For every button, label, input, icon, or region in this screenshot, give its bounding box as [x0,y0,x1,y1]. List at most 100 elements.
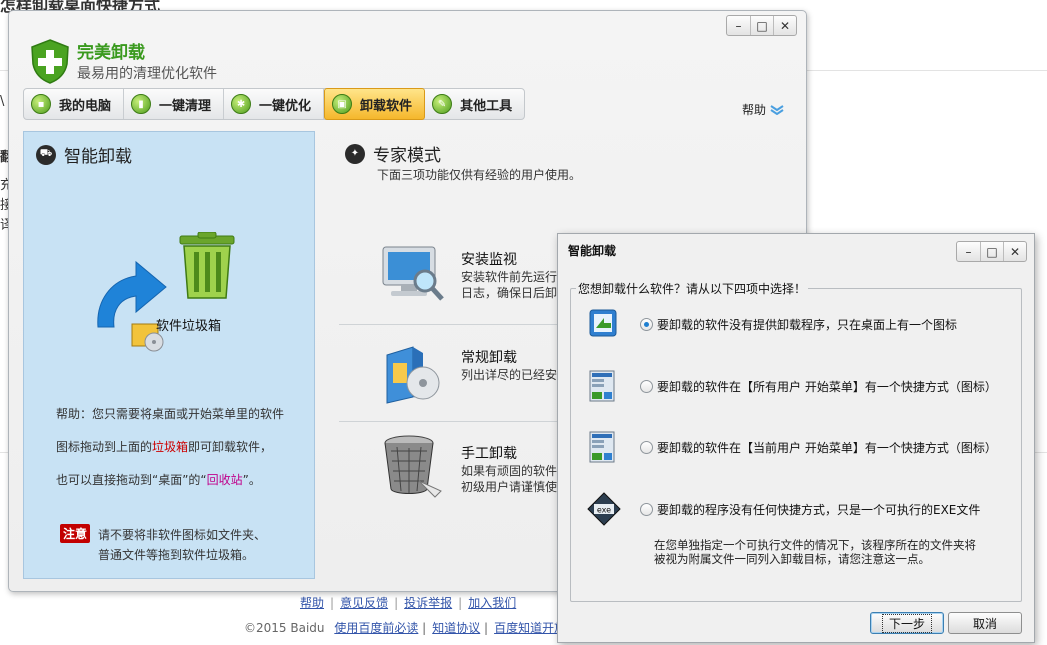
uninstall-icon: ▣ [332,94,353,114]
exe-file-icon: exe [587,492,621,526]
bg-footer-copyright: ©2015 Baidu 使用百度前必读 | 知道协议 | 百度知道开放平 [244,621,579,635]
trash-highlight: 垃圾箱 [152,440,189,454]
feature-desc: 安装软件前先运行 [461,270,558,284]
tab-one-click-optimize[interactable]: ✱ 一键优化 [224,89,325,119]
bg-fragment: \ [0,94,5,109]
software-trash-drop-target[interactable] [88,232,278,362]
tab-label: 其他工具 [460,98,513,114]
computer-icon: ▪ [31,94,51,114]
tab-label: 我的电脑 [59,98,112,114]
minimize-button[interactable]: – [957,242,980,261]
desktop-shortcut-icon [589,309,617,337]
option-label: 要卸载的软件在【当前用户 开始菜单】有一个快捷方式（图标） [657,440,997,455]
radio-option-3[interactable] [640,440,653,454]
feature-install-monitor[interactable]: 安装监视 安装软件前先运行 日志，确保日后卸载 [339,227,569,323]
tab-my-computer[interactable]: ▪ 我的电脑 [24,89,125,119]
gears-icon: ✱ [231,94,252,114]
trash-label: 软件垃圾箱 [156,319,222,334]
copyright-text: ©2015 Baidu [244,621,325,635]
notice-badge: 注意 [60,524,91,543]
footer-link-protocol[interactable]: 知道协议 [432,621,480,635]
tab-label: 一键优化 [259,98,312,114]
footer-link-help[interactable]: 帮助 [300,596,324,610]
notice-line1: 请不要将非软件图标如文件夹、 [98,528,267,542]
tab-other-tools[interactable]: ✎ 其他工具 [425,89,524,119]
help-link[interactable]: 帮助 [742,101,784,118]
close-button[interactable]: ✕ [1003,242,1026,261]
dialog-title: 智能卸载 [568,244,617,258]
all-users-start-menu-icon [589,370,615,402]
expert-mode-header: ✦ 专家模式 [345,141,441,166]
bg-footer-links: 帮助 | 意见反馈 | 投诉举报 | 加入我们 [300,596,517,610]
main-window-controls: – □ ✕ [726,15,797,36]
current-user-start-menu-icon [589,431,615,463]
option-all-users-start-menu[interactable]: 要卸载的软件在【所有用户 开始菜单】有一个快捷方式（图标） [586,368,1006,404]
exe-option-note: 在您单独指定一个可执行文件的情况下，该程序所在的文件夹将 被视为附属文件一同列入… [654,538,976,566]
help-text: 图标拖动到上面的 [56,440,153,454]
footer-link-report[interactable]: 投诉举报 [404,596,452,610]
smart-uninstall-panel: ⛟ 智能卸载 软件垃圾箱 帮助：您只需要将桌面或开始菜单里的软件 图标拖动到上面… [23,131,315,579]
footer-link-feedback[interactable]: 意见反馈 [340,596,388,610]
expert-mode-title: 专家模式 [373,146,441,166]
monitor-magnifier-icon [382,246,444,301]
expert-gear-icon: ✦ [345,143,365,164]
radio-option-4[interactable] [640,502,653,516]
option-desktop-icon[interactable]: 要卸载的软件没有提供卸载程序，只在桌面上有一个图标 [586,306,1006,342]
tab-label: 一键清理 [159,98,212,114]
svg-text:exe: exe [597,506,611,515]
app-slogan: 最易用的清理优化软件 [77,66,217,82]
radio-option-2[interactable] [640,379,653,393]
feature-manual-uninstall[interactable]: 手工卸载 如果有顽固的软件 初级用户请谨慎使 [339,423,569,519]
wire-basket-icon [384,435,442,498]
next-button-label: 下一步 [881,613,932,633]
option-label: 要卸载的软件没有提供卸载程序，只在桌面上有一个图标 [657,317,958,332]
feature-desc: 列出详尽的已经安 [461,368,558,382]
footer-link-terms[interactable]: 使用百度前必读 [334,621,418,635]
radio-option-1[interactable] [640,317,653,331]
feature-regular-uninstall[interactable]: 常规卸载 列出详尽的已经安 [339,325,569,421]
tools-icon: ✎ [432,94,453,114]
tab-one-click-clean[interactable]: ▮ 一键清理 [124,89,225,119]
feature-desc: 如果有顽固的软件 [461,464,558,478]
software-box-disc-icon [386,346,440,404]
main-tabbar: ▪ 我的电脑 ▮ 一键清理 ✱ 一键优化 ▣ 卸载软件 ✎ 其他工具 [23,88,526,120]
feature-desc: 初级用户请谨慎使 [461,480,558,494]
maximize-button[interactable]: □ [750,16,773,35]
help-text: 也可以直接拖动到“桌面”的“ [56,473,207,487]
app-logo-shield-icon [31,39,69,84]
help-text-line1: 帮助：您只需要将桌面或开始菜单里的软件 [56,407,285,421]
chevron-down-icon [770,104,784,115]
trash-can-icon [179,232,235,299]
option-label: 要卸载的程序没有任何快捷方式，只是一个可执行的EXE文件 [657,502,981,517]
note-line1: 在您单独指定一个可执行文件的情况下，该程序所在的文件夹将 [654,538,976,552]
maximize-button[interactable]: □ [980,242,1003,261]
smart-uninstall-header: ⛟ 智能卸载 [36,142,132,167]
smart-uninstall-dialog: 智能卸载 – □ ✕ 您想卸载什么软件？请从以下四项中选择！ 要卸载的软件没有提… [557,233,1035,643]
dialog-window-controls: – □ ✕ [956,241,1027,262]
help-text-line2: 图标拖动到上面的垃圾箱即可卸载软件， [56,438,272,455]
footer-link-join[interactable]: 加入我们 [468,596,516,610]
options-legend: 您想卸载什么软件？请从以下四项中选择！ [576,280,809,297]
feature-title: 手工卸载 [461,446,517,462]
feature-title: 常规卸载 [461,350,517,366]
help-label: 帮助 [741,103,766,117]
expert-mode-subtitle: 下面三项功能仅供有经验的用户使用。 [377,168,582,182]
smart-uninstall-title: 智能卸载 [64,147,132,167]
tab-label: 卸载软件 [360,98,413,114]
recycle-bin-highlight: 回收站 [206,473,243,487]
help-text: ”。 [242,473,261,487]
app-name: 完美卸载 [77,43,145,63]
option-exe-file[interactable]: exe 要卸载的程序没有任何快捷方式，只是一个可执行的EXE文件 [586,491,1006,527]
feature-divider [339,421,569,422]
option-label: 要卸载的软件在【所有用户 开始菜单】有一个快捷方式（图标） [657,379,997,394]
cart-icon: ⛟ [36,144,56,165]
close-button[interactable]: ✕ [773,16,796,35]
next-button[interactable]: 下一步 [870,612,944,634]
option-current-user-start-menu[interactable]: 要卸载的软件在【当前用户 开始菜单】有一个快捷方式（图标） [586,429,1006,465]
help-text: 即可卸载软件， [188,440,273,454]
note-line2: 被视为附属文件一同列入卸载目标，请您注意这一点。 [654,552,930,566]
cancel-button[interactable]: 取消 [948,612,1022,634]
tab-uninstall-software[interactable]: ▣ 卸载软件 [324,88,426,120]
minimize-button[interactable]: – [727,16,750,35]
feature-desc: 日志，确保日后卸载 [461,286,570,300]
